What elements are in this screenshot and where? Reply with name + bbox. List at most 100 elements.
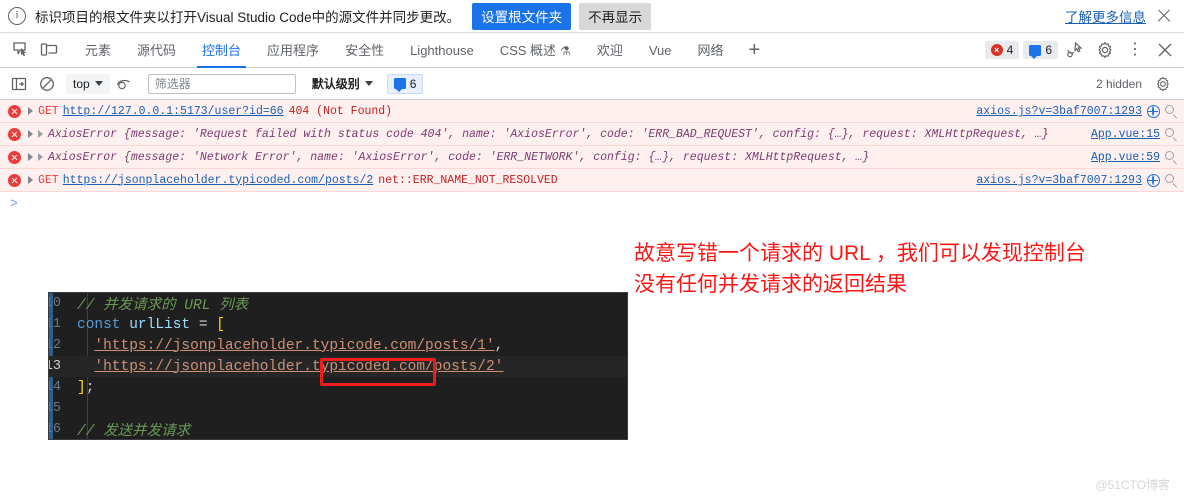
hidden-messages-label: 2 hidden bbox=[1095, 76, 1142, 91]
globe-icon bbox=[1147, 174, 1160, 187]
expand-arrow-icon-inner[interactable] bbox=[38, 153, 43, 161]
console-filter-input[interactable] bbox=[147, 73, 296, 94]
tab-label: CSS 概述 bbox=[499, 42, 557, 58]
code-token: const bbox=[77, 316, 121, 333]
error-count-chip[interactable]: × 4 bbox=[984, 41, 1020, 59]
set-root-folder-button[interactable]: 设置根文件夹 bbox=[472, 2, 572, 30]
message-bubble-icon bbox=[393, 78, 406, 92]
tab-application[interactable]: 应用程序 bbox=[254, 33, 332, 68]
tab-console[interactable]: 控制台 bbox=[189, 33, 254, 68]
dont-show-again-button[interactable]: 不再显示 bbox=[579, 2, 652, 30]
source-link[interactable]: axios.js?v=3baf7007:1293 bbox=[976, 105, 1142, 118]
code-line: 11 const urlList = [ bbox=[49, 314, 627, 335]
tab-network[interactable]: 网络 bbox=[684, 33, 736, 68]
row-source-area: App.vue:59 bbox=[1091, 146, 1178, 168]
live-expression-icon[interactable] bbox=[112, 72, 138, 96]
console-sidebar-icon[interactable] bbox=[6, 72, 32, 96]
expand-arrow-icon[interactable] bbox=[28, 107, 33, 115]
search-icon[interactable] bbox=[1165, 174, 1178, 187]
tab-sources[interactable]: 源代码 bbox=[124, 33, 189, 68]
globe-icon bbox=[1147, 105, 1160, 118]
infobar-message: 标识项目的根文件夹以打开Visual Studio Code中的源文件并同步更改… bbox=[35, 10, 461, 25]
close-devtools-icon[interactable] bbox=[1152, 37, 1178, 63]
tab-lighthouse[interactable]: Lighthouse bbox=[397, 33, 487, 68]
tabstrip-status-actions: × 4 6 ⋮ bbox=[984, 37, 1178, 63]
execution-context-label: top bbox=[73, 76, 90, 91]
more-options-icon[interactable]: ⋮ bbox=[1122, 37, 1148, 63]
code-token: ; bbox=[85, 379, 95, 396]
tab-label: Lighthouse bbox=[410, 42, 474, 58]
tab-css-overview[interactable]: CSS 概述 ⚗ bbox=[487, 33, 584, 68]
devtools-tabstrip: 元素 源代码 控制台 应用程序 安全性 Lighthouse CSS 概述 ⚗ 欢… bbox=[0, 33, 1184, 68]
console-row-object-error-2[interactable]: AxiosError {message: 'Network Error', na… bbox=[0, 146, 1184, 169]
expand-arrow-icon[interactable] bbox=[28, 130, 33, 138]
add-tab-button[interactable]: + bbox=[737, 35, 773, 65]
device-toolbar-icon[interactable] bbox=[36, 37, 64, 63]
inspect-element-icon[interactable] bbox=[8, 37, 36, 63]
row-source-area: App.vue:15 bbox=[1091, 123, 1178, 145]
console-toolbar: top 默认级别 6 2 hidden bbox=[0, 68, 1184, 100]
search-icon[interactable] bbox=[1165, 151, 1178, 164]
console-message-count-chip[interactable]: 6 bbox=[386, 73, 424, 94]
vscode-infobar: i 标识项目的根文件夹以打开Visual Studio Code中的源文件并同步… bbox=[0, 0, 1184, 33]
request-url-link[interactable]: http://127.0.0.1:5173/user?id=66 bbox=[63, 105, 284, 118]
message-count-label: 6 bbox=[1045, 43, 1052, 57]
tab-label: 元素 bbox=[85, 42, 112, 58]
console-row-network-error-1[interactable]: GET http://127.0.0.1:5173/user?id=66 404… bbox=[0, 100, 1184, 123]
tab-label: 应用程序 bbox=[267, 42, 320, 58]
annotation-line-1: 故意写错一个请求的 URL ，我们可以发现控制台 bbox=[634, 242, 1086, 265]
code-line-number: 13 bbox=[49, 359, 61, 374]
tab-vue[interactable]: Vue bbox=[636, 33, 685, 68]
log-level-select[interactable]: 默认级别 bbox=[312, 75, 373, 92]
code-editor-screenshot: 10// 并发请求的 URL 列表11const urlList = [12 '… bbox=[48, 292, 628, 440]
tab-elements[interactable]: 元素 bbox=[72, 33, 124, 68]
tab-label: 控制台 bbox=[202, 42, 242, 58]
console-message-count-label: 6 bbox=[409, 76, 417, 91]
source-link[interactable]: axios.js?v=3baf7007:1293 bbox=[976, 174, 1142, 187]
console-row-network-error-2[interactable]: GET https://jsonplaceholder.typicoded.co… bbox=[0, 169, 1184, 192]
watermark: @51CTO博客 bbox=[1095, 478, 1170, 492]
code-line-number: 15 bbox=[49, 401, 61, 416]
annotation-text: 故意写错一个请求的 URL ，我们可以发现控制台 没有任何并发请求的返回结果 bbox=[634, 238, 1154, 300]
error-count-label: 4 bbox=[1006, 43, 1014, 57]
error-icon bbox=[8, 127, 21, 141]
code-line: 15 bbox=[49, 398, 627, 419]
request-url-link[interactable]: https://jsonplaceholder.typicoded.com/po… bbox=[63, 174, 374, 187]
code-line: 13 'https://jsonplaceholder.typicoded.co… bbox=[49, 356, 627, 377]
clear-console-icon[interactable] bbox=[34, 72, 60, 96]
source-link[interactable]: App.vue:59 bbox=[1091, 151, 1160, 164]
tab-label: 欢迎 bbox=[596, 42, 623, 58]
source-link[interactable]: App.vue:15 bbox=[1091, 128, 1160, 141]
tab-welcome[interactable]: 欢迎 bbox=[584, 33, 636, 68]
gear-icon[interactable] bbox=[1092, 37, 1118, 63]
code-line: 10 // 并发请求的 URL 列表 bbox=[49, 293, 627, 314]
code-line-number: 11 bbox=[49, 317, 61, 332]
error-circle-icon: × bbox=[990, 44, 1003, 56]
tab-label: 源代码 bbox=[137, 42, 177, 58]
close-icon[interactable] bbox=[1156, 8, 1172, 24]
code-line-number: 14 bbox=[49, 380, 61, 395]
execution-context-select[interactable]: top bbox=[66, 73, 110, 94]
code-token: ] bbox=[77, 379, 86, 396]
message-count-chip[interactable]: 6 bbox=[1023, 41, 1058, 59]
console-row-object-error-1[interactable]: AxiosError {message: 'Request failed wit… bbox=[0, 123, 1184, 146]
console-settings-gear-icon[interactable] bbox=[1150, 72, 1176, 96]
tab-security[interactable]: 安全性 bbox=[332, 33, 397, 68]
code-token: = bbox=[190, 316, 217, 333]
expand-arrow-icon[interactable] bbox=[28, 176, 33, 184]
row-source-area: axios.js?v=3baf7007:1293 bbox=[976, 169, 1178, 191]
cursors-icon[interactable] bbox=[1062, 37, 1088, 63]
learn-more-link[interactable]: 了解更多信息 bbox=[1065, 6, 1146, 26]
console-prompt[interactable]: > bbox=[0, 192, 1184, 214]
code-line: 14]; bbox=[49, 377, 627, 398]
code-lines: 10// 并发请求的 URL 列表11const urlList = [12 '… bbox=[49, 293, 627, 439]
code-line-text: const urlList = [ bbox=[67, 317, 225, 333]
code-line-number: 12 bbox=[49, 338, 61, 353]
code-line-number: 16 bbox=[49, 422, 61, 437]
search-icon[interactable] bbox=[1165, 128, 1178, 141]
expand-arrow-icon-inner[interactable] bbox=[38, 130, 43, 138]
expand-arrow-icon[interactable] bbox=[28, 153, 33, 161]
search-icon[interactable] bbox=[1165, 105, 1178, 118]
